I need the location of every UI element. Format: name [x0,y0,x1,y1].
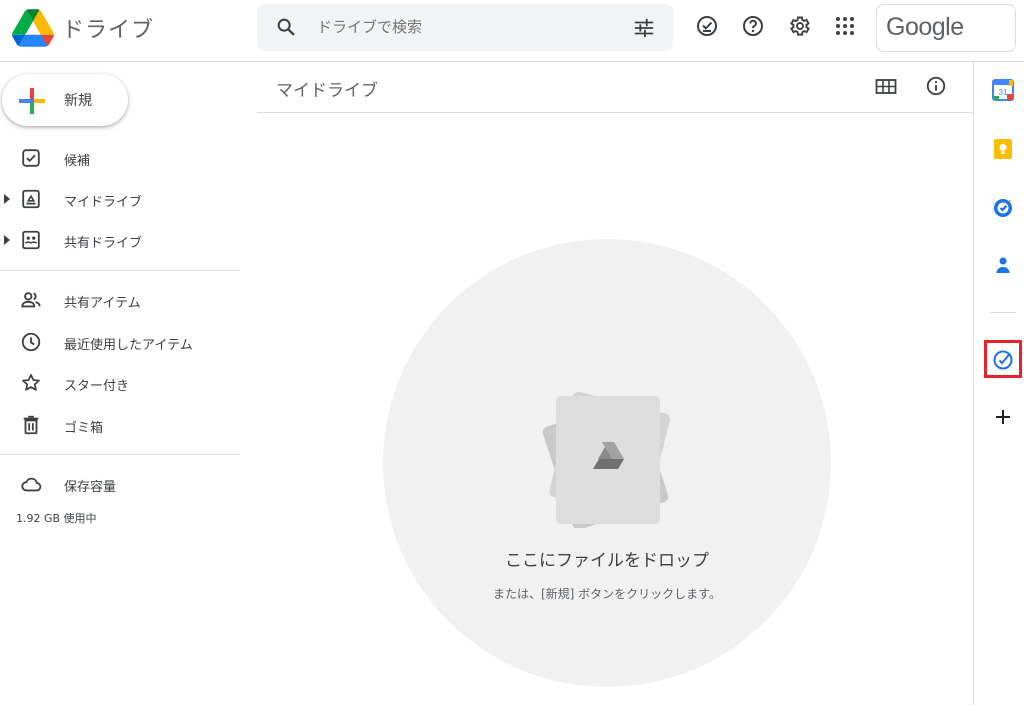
grid-view-icon[interactable] [875,77,897,97]
sidebar-item-my-drive[interactable]: マイドライブ [0,181,240,217]
sidebar-item-trash[interactable]: ゴミ箱 [0,407,240,443]
cloud-icon [21,477,42,492]
sidebar-divider [0,454,240,455]
drop-zone-title: ここにファイルをドロップ [505,551,709,571]
calendar-icon[interactable]: 31 [992,79,1014,101]
keep-icon[interactable] [992,138,1014,160]
shared-drive-icon [22,230,40,250]
top-header: ドライブ Googl [0,0,1024,62]
main-header-divider [257,112,973,113]
drop-zone-subtitle: または、[新規] ボタンをクリックします。 [493,587,721,601]
storage-usage-text: 1.92 GB 使用中 [16,512,97,525]
ready-offline-icon[interactable] [695,14,719,38]
sidebar-item-label: 最近使用したアイテム [64,338,193,353]
trash-icon [23,415,39,435]
sidebar-item-label: 共有ドライブ [64,236,143,251]
help-icon[interactable] [741,14,765,38]
search-bar[interactable] [257,4,673,51]
new-button[interactable]: 新規 [2,74,128,126]
settings-gear-icon[interactable] [787,14,811,38]
expand-arrow-icon[interactable] [3,193,11,205]
expand-arrow-icon[interactable] [3,234,11,246]
new-button-label: 新規 [64,93,92,109]
sidebar-item-label: スター付き [64,379,130,394]
sidebar-item-recent[interactable]: 最近使用したアイテム [0,324,240,360]
sidebar-item-shared-with-me[interactable]: 共有アイテム [0,282,240,318]
app-title[interactable]: ドライブ [62,12,154,44]
search-input[interactable] [317,18,617,36]
search-options-icon[interactable] [633,17,655,39]
sidebar-item-label: マイドライブ [64,195,143,210]
sidebar-item-label: ゴミ箱 [64,421,104,436]
google-account-button[interactable]: Google [876,4,1016,52]
apps-grid-icon[interactable] [833,14,857,38]
sidebar-item-suggested[interactable]: 候補 [0,140,240,176]
drive-logo-icon[interactable] [12,8,54,48]
sidebar-item-label: 保存容量 [64,480,117,495]
people-icon [21,292,41,308]
checkbox-icon [22,149,40,167]
sidebar-item-starred[interactable]: スター付き [0,365,240,401]
star-icon [22,374,40,391]
side-panel-separator [990,312,1016,313]
contacts-icon[interactable] [992,254,1014,276]
side-panel-divider [973,62,974,705]
add-addon-icon[interactable] [992,406,1014,428]
clock-icon [21,332,41,352]
plus-icon [19,88,45,114]
sidebar-item-label: 共有アイテム [64,296,141,311]
custom-app-icon[interactable] [992,348,1014,370]
sidebar-item-shared-drives[interactable]: 共有ドライブ [0,222,240,258]
tasks-icon[interactable] [992,197,1014,219]
page-title[interactable]: マイドライブ [276,76,378,101]
drop-files-illustration-icon [542,391,670,528]
search-icon[interactable] [275,16,297,38]
sidebar-item-storage[interactable]: 保存容量 [0,466,240,502]
my-drive-icon [22,189,40,209]
sidebar-item-label: 候補 [64,154,91,169]
google-brand-text: Google [886,13,964,41]
calendar-day-text: 31 [999,88,1008,97]
info-icon[interactable] [925,75,947,97]
sidebar-divider [0,270,240,271]
